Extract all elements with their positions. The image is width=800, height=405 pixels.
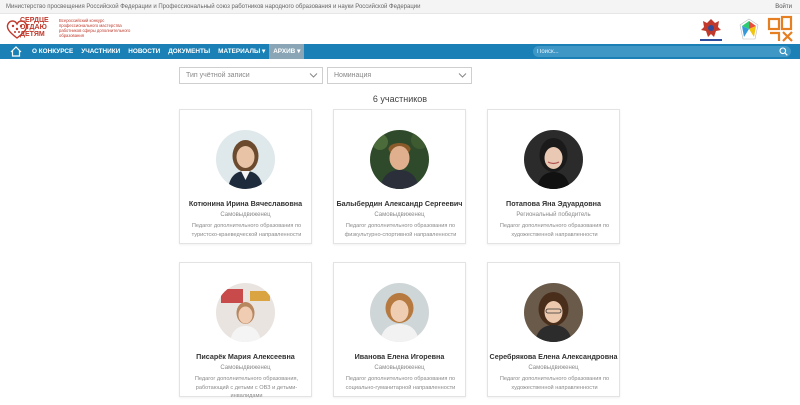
participant-card[interactable]: Иванова Елена Игоревна Самовыдвиженец Пе… [333,262,466,397]
participant-name: Потапова Яна Эдуардовна [506,199,601,208]
nav-item-materials[interactable]: Материалы ▾ [214,44,269,59]
login-link[interactable]: Войти [775,4,792,10]
org-text: Министерство просвещения Российской Феде… [6,4,421,10]
participant-description: Педагог дополнительного образования по с… [345,376,456,391]
search-input[interactable] [537,46,767,57]
participant-card[interactable]: Писарёк Мария Алексеевна Самовыдвиженец … [179,262,312,399]
participant-name: Серебрякова Елена Александровна [489,352,618,361]
participant-status: Самовыдвиженец [528,365,579,371]
main-nav: О конкурсе Участники Новости Документы М… [0,44,800,59]
top-strip: Министерство просвещения Российской Феде… [0,0,800,14]
ministry-emblem-icon [700,19,722,41]
participant-name: Котюнина Ирина Вячеславовна [188,199,303,208]
nomination-select[interactable]: Номинация [327,67,472,84]
center-logo-icon [767,15,793,42]
logo-subtitle: Всероссийский конкурс профессионального … [59,18,131,38]
participant-description: Педагог дополнительного образования, раб… [194,376,299,400]
avatar [524,130,583,189]
participant-status: Самовыдвиженец [374,365,425,371]
nomination-value: Номинация [334,72,372,79]
chevron-down-icon [458,73,467,78]
avatar [370,283,429,342]
participant-description: Педагог дополнительного образования по т… [191,223,302,238]
participant-card[interactable]: Балыбердин Александр Сергеевич Самовыдви… [333,109,466,244]
nav-menu: О конкурсе Участники Новости Документы М… [28,44,305,59]
avatar [216,130,275,189]
participant-status: Самовыдвиженец [220,365,271,371]
nav-item-documents[interactable]: Документы [164,44,214,59]
search-icon[interactable] [779,47,788,56]
nav-item-about[interactable]: О конкурсе [28,44,77,59]
participant-card[interactable]: Котюнина Ирина Вячеславовна Самовыдвижен… [179,109,312,244]
participant-description: Педагог дополнительного образования по х… [499,223,610,238]
header: Сердце отдаю детям Всероссийский конкурс… [0,14,800,44]
participant-status: Самовыдвиженец [374,212,425,218]
account-type-value: Тип учётной записи [186,72,250,79]
site-logo[interactable]: Сердце отдаю детям Всероссийский конкурс… [6,16,130,42]
participant-name: Иванова Елена Игоревна [354,352,445,361]
participant-description: Педагог дополнительного образования по ф… [344,223,457,238]
nav-item-archive[interactable]: Архив ▾ [269,44,305,59]
nav-item-participants[interactable]: Участники [77,44,124,59]
participant-description: Педагог дополнительного образования по х… [499,376,610,391]
avatar [524,283,583,342]
participant-status: Самовыдвиженец [220,212,271,218]
account-type-select[interactable]: Тип учётной записи [179,67,323,84]
union-emblem-icon [739,18,759,40]
nav-item-news[interactable]: Новости [124,44,164,59]
participant-status: Региональный победитель [516,212,591,218]
participant-name: Балыбердин Александр Сергеевич [336,199,463,208]
search-box [533,46,791,57]
participants-count: 6 участников [372,94,428,104]
avatar [216,283,275,342]
participant-name: Писарёк Мария Алексеевна [196,352,295,361]
logo-title: Сердце отдаю детям [20,17,49,38]
participant-card[interactable]: Серебрякова Елена Александровна Самовыдв… [487,262,620,397]
avatar [370,130,429,189]
home-icon[interactable] [10,46,22,57]
chevron-down-icon [309,73,318,78]
participant-card[interactable]: Потапова Яна Эдуардовна Региональный поб… [487,109,620,244]
